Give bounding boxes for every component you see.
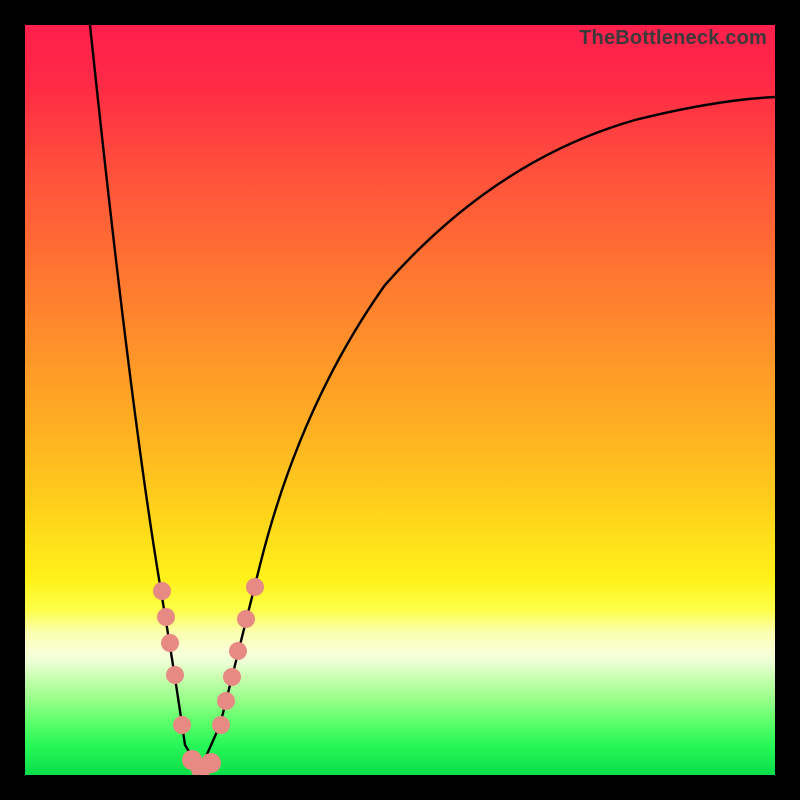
watermark-text: TheBottleneck.com [579, 27, 767, 50]
data-dot [166, 666, 184, 684]
data-dot [153, 582, 171, 600]
data-dot [212, 716, 230, 734]
data-dot [246, 578, 264, 596]
data-dot [237, 610, 255, 628]
data-dot [201, 753, 221, 773]
data-dot [173, 716, 191, 734]
bottleneck-curve [25, 25, 775, 775]
curve-left-branch [90, 25, 200, 770]
data-dot [161, 634, 179, 652]
plot-area: TheBottleneck.com [25, 25, 775, 775]
data-dot [229, 642, 247, 660]
data-dot [223, 668, 241, 686]
data-dot [157, 608, 175, 626]
chart-frame: TheBottleneck.com [0, 0, 800, 800]
curve-right-branch [200, 97, 775, 770]
data-dot [217, 692, 235, 710]
